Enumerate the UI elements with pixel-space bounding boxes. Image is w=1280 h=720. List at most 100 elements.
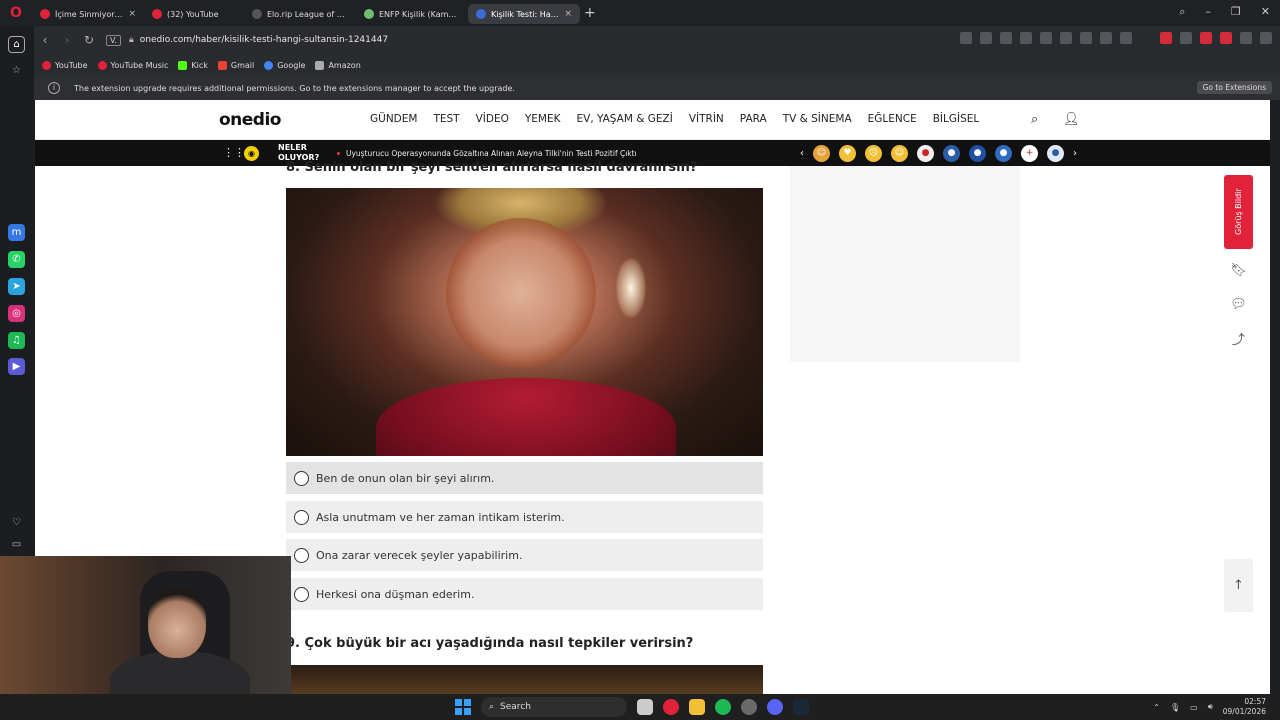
- radio-button[interactable]: [294, 470, 309, 486]
- search-tabs-icon[interactable]: ⌕: [1179, 5, 1185, 19]
- brand-icon[interactable]: ●: [995, 145, 1012, 162]
- profile-icon[interactable]: [1120, 32, 1132, 44]
- vpn-badge[interactable]: V.: [106, 34, 121, 46]
- spotify-icon[interactable]: [715, 699, 731, 715]
- volume-icon[interactable]: 🔊︎: [1208, 702, 1213, 712]
- radio-button[interactable]: [294, 509, 309, 525]
- messenger-icon[interactable]: m: [8, 224, 25, 241]
- go-to-extensions-button[interactable]: Go to Extensions: [1196, 81, 1272, 94]
- ticker-headline[interactable]: Uyuşturucu Operasyonunda Gözaltına Alına…: [346, 149, 637, 158]
- bookmark-google[interactable]: Google: [264, 60, 305, 70]
- bookmark-youtube-music[interactable]: YouTube Music: [97, 60, 168, 70]
- brand-icon[interactable]: ●: [943, 145, 960, 162]
- extension-red-icon[interactable]: [1160, 32, 1172, 44]
- file-explorer-icon[interactable]: [689, 699, 705, 715]
- extension-cat-icon[interactable]: [1180, 32, 1192, 44]
- bookmark-kick[interactable]: Kick: [178, 60, 208, 70]
- browser-tab[interactable]: (32) YouTube: [144, 4, 244, 24]
- windows-start-icon[interactable]: [455, 699, 471, 715]
- instagram-icon[interactable]: ◎: [8, 305, 25, 322]
- bookmark-icon[interactable]: 🔖︎: [1224, 257, 1253, 283]
- close-window-icon[interactable]: ✕: [1261, 5, 1270, 19]
- brand-icon[interactable]: ●: [917, 145, 934, 162]
- whatsapp-icon[interactable]: ✆: [8, 251, 25, 268]
- nav-yemek[interactable]: YEMEK: [525, 113, 561, 125]
- discord-icon[interactable]: [767, 699, 783, 715]
- back-icon[interactable]: ‹: [34, 33, 56, 47]
- ublock-icon[interactable]: [1220, 32, 1232, 44]
- spotify-icon[interactable]: ♫: [8, 332, 25, 349]
- answer-option[interactable]: Ona zarar verecek şeyler yapabilirim.: [286, 539, 763, 571]
- opera-icon[interactable]: [663, 699, 679, 715]
- history-icon[interactable]: ▭: [8, 536, 25, 553]
- minimize-icon[interactable]: –: [1205, 5, 1211, 19]
- close-icon[interactable]: ×: [128, 9, 136, 19]
- chevron-up-icon[interactable]: ⌃: [1153, 703, 1160, 712]
- settings-icon[interactable]: [741, 699, 757, 715]
- user-icon[interactable]: 👤︎: [1063, 112, 1080, 127]
- grid-icon[interactable]: ⋮⋮: [223, 146, 245, 159]
- nav-video[interactable]: VİDEO: [476, 113, 509, 125]
- brand-icon[interactable]: ●: [1047, 145, 1064, 162]
- share-icon[interactable]: ⤴: [1224, 325, 1253, 351]
- browser-tab[interactable]: İçime Sinmiyor - YouT ×: [32, 4, 144, 24]
- nav-bilgisel[interactable]: BİLGİSEL: [933, 113, 980, 125]
- scroll-to-top-button[interactable]: ↑: [1224, 559, 1253, 612]
- task-view-icon[interactable]: [637, 699, 653, 715]
- love-eyes-icon[interactable]: ♥: [839, 145, 856, 162]
- search-icon[interactable]: ⌕: [1031, 112, 1038, 127]
- answer-option[interactable]: Ben de onun olan bir şeyi alırım.: [286, 462, 763, 494]
- nav-eglence[interactable]: EĞLENCE: [868, 113, 917, 125]
- ai-icon[interactable]: [1260, 32, 1272, 44]
- nav-vitrin[interactable]: VİTRİN: [689, 113, 724, 125]
- chevron-right-icon[interactable]: ›: [1073, 148, 1077, 159]
- nav-test[interactable]: TEST: [433, 113, 459, 125]
- brand-icon[interactable]: +: [1021, 145, 1038, 162]
- feedback-button[interactable]: Görüş Bildir: [1224, 175, 1253, 249]
- sad-icon[interactable]: ☹: [865, 145, 882, 162]
- bookmark-amazon[interactable]: Amazon: [315, 60, 361, 70]
- play-icon[interactable]: [1040, 32, 1052, 44]
- maximize-icon[interactable]: ❐: [1231, 5, 1241, 19]
- heart-icon[interactable]: ♡: [8, 514, 25, 531]
- url-field[interactable]: 🔒︎ onedio.com/haber/kisilik-testi-hangi-s…: [129, 35, 388, 45]
- browser-tab[interactable]: ENFP Kişilik (Kampanyacı): [356, 4, 468, 24]
- player-icon[interactable]: ▶: [8, 358, 25, 375]
- edit-icon[interactable]: [960, 32, 972, 44]
- display-icon[interactable]: ▭: [1190, 703, 1198, 712]
- bookmark-gmail[interactable]: Gmail: [217, 60, 254, 70]
- answer-option[interactable]: Herkesi ona düşman ederim.: [286, 578, 763, 610]
- new-tab-button[interactable]: +: [584, 5, 596, 21]
- comments-icon[interactable]: 💬︎: [1224, 291, 1253, 317]
- brand-icon[interactable]: ●: [969, 145, 986, 162]
- chevron-left-icon[interactable]: ‹: [800, 148, 804, 159]
- camera-lens-icon[interactable]: ◉: [244, 146, 259, 161]
- forward-icon[interactable]: ›: [56, 33, 78, 47]
- radio-button[interactable]: [294, 547, 309, 563]
- nav-ev-yasam-gezi[interactable]: EV, YAŞAM & GEZİ: [577, 113, 673, 125]
- telegram-icon[interactable]: ➤: [8, 278, 25, 295]
- answer-option[interactable]: Asla unutmam ve her zaman intikam isteri…: [286, 501, 763, 533]
- nav-para[interactable]: PARA: [740, 113, 767, 125]
- download-icon[interactable]: [1080, 32, 1092, 44]
- bookmark-youtube[interactable]: YouTube: [42, 60, 88, 70]
- shield-icon[interactable]: [1000, 32, 1012, 44]
- home-icon[interactable]: ⌂: [8, 36, 25, 53]
- opera-logo-icon[interactable]: O: [0, 0, 32, 26]
- extension-icon[interactable]: [1020, 32, 1032, 44]
- taskbar-search[interactable]: ⌕ Search: [481, 697, 627, 717]
- nav-gundem[interactable]: GÜNDEM: [370, 113, 417, 125]
- extension-flag-icon[interactable]: [1200, 32, 1212, 44]
- steam-icon[interactable]: [793, 699, 809, 715]
- smile-icon[interactable]: ☺: [891, 145, 908, 162]
- microphone-icon[interactable]: 🎙︎: [1170, 703, 1180, 712]
- reload-icon[interactable]: ↻: [78, 33, 100, 47]
- close-icon[interactable]: ×: [564, 9, 572, 19]
- heart-icon[interactable]: [1060, 32, 1072, 44]
- clock[interactable]: 02:57 09/01/2026: [1223, 697, 1266, 717]
- browser-tab-active[interactable]: Kişilik Testi: Hangi Sultansın ×: [468, 4, 580, 24]
- camera-icon[interactable]: [980, 32, 992, 44]
- menu-icon[interactable]: [1100, 32, 1112, 44]
- nav-tv-sinema[interactable]: TV & SİNEMA: [783, 113, 852, 125]
- reaction-icon[interactable]: ☺: [813, 145, 830, 162]
